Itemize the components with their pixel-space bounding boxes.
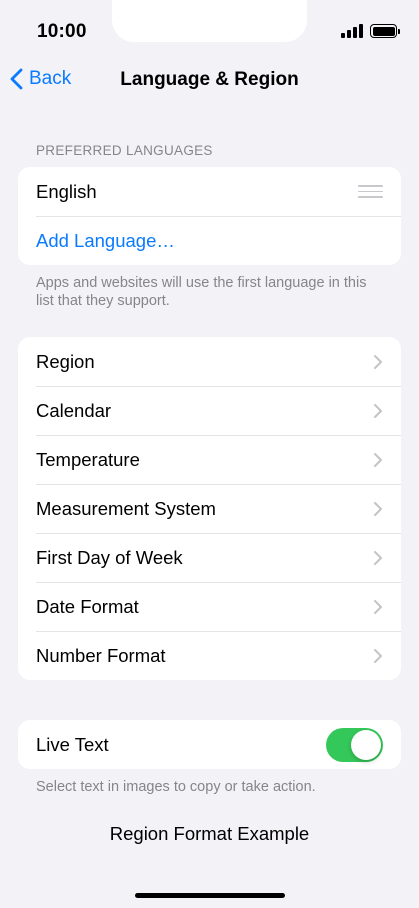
date-format-label: Date Format (36, 595, 139, 617)
cellular-signal-icon (341, 24, 363, 38)
calendar-row[interactable]: Calendar (18, 386, 401, 435)
chevron-right-icon (374, 648, 382, 663)
date-format-row[interactable]: Date Format (18, 582, 401, 631)
navigation-bar: Back Language & Region (0, 66, 419, 96)
add-language-label: Add Language… (36, 229, 175, 251)
temperature-row[interactable]: Temperature (18, 435, 401, 484)
chevron-right-icon (374, 403, 382, 418)
chevron-right-icon (374, 452, 382, 467)
language-row-english[interactable]: English (18, 167, 401, 216)
chevron-right-icon (374, 354, 382, 369)
language-label: English (36, 180, 97, 202)
preferred-languages-footer: Apps and websites will use the first lan… (36, 275, 367, 309)
live-text-label: Live Text (36, 733, 109, 755)
status-icons (341, 24, 400, 38)
preferred-languages-header: PREFERRED LANGUAGES (36, 143, 213, 158)
measurement-system-row[interactable]: Measurement System (18, 484, 401, 533)
region-settings-group: Region Calendar Temperature Measurement … (18, 337, 401, 680)
chevron-right-icon (374, 501, 382, 516)
screen: 10:00 Back Language & Region PREFERRED L… (0, 0, 419, 908)
region-label: Region (36, 350, 95, 372)
status-time: 10:00 (37, 21, 87, 42)
preferred-languages-group: English Add Language… (18, 167, 401, 265)
home-indicator[interactable] (135, 893, 285, 898)
page-title: Language & Region (120, 69, 299, 90)
chevron-right-icon (374, 550, 382, 565)
reorder-handle-icon[interactable] (358, 185, 383, 198)
live-text-toggle[interactable] (326, 727, 383, 762)
number-format-label: Number Format (36, 644, 166, 666)
first-day-of-week-label: First Day of Week (36, 546, 183, 568)
add-language-button[interactable]: Add Language… (18, 216, 401, 265)
battery-icon (370, 24, 400, 38)
temperature-label: Temperature (36, 448, 140, 470)
live-text-footer: Select text in images to copy or take ac… (36, 779, 316, 795)
calendar-label: Calendar (36, 399, 112, 421)
region-format-example-title: Region Format Example (109, 823, 310, 844)
first-day-of-week-row[interactable]: First Day of Week (18, 533, 401, 582)
live-text-group: Live Text (18, 720, 401, 769)
notch (112, 0, 307, 42)
measurement-system-label: Measurement System (36, 497, 216, 519)
region-row[interactable]: Region (18, 337, 401, 386)
chevron-right-icon (374, 599, 382, 614)
live-text-row: Live Text (18, 720, 401, 769)
number-format-row[interactable]: Number Format (18, 631, 401, 680)
toggle-knob (351, 729, 381, 760)
